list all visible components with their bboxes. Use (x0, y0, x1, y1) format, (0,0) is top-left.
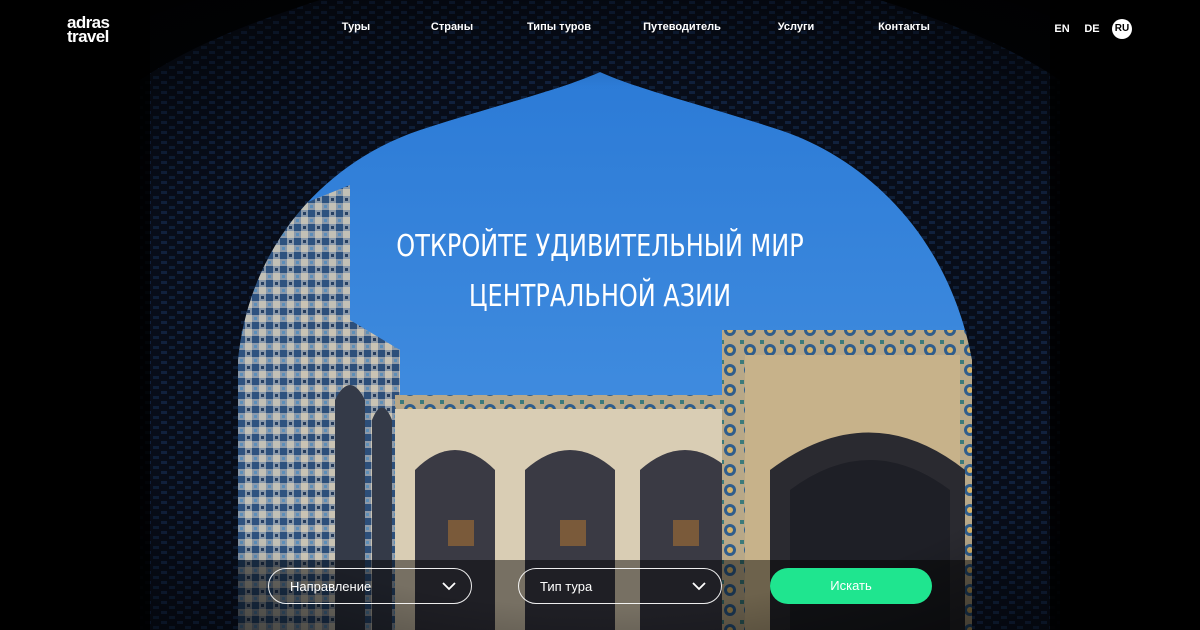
main-nav: Туры Страны Типы туров Путеводитель Услу… (0, 21, 1200, 39)
nav-item-services[interactable]: Услуги (778, 21, 815, 33)
chevron-down-icon (692, 582, 706, 591)
lang-de[interactable]: DE (1084, 19, 1099, 39)
nav-item-contacts[interactable]: Контакты (878, 21, 930, 33)
lang-ru-active[interactable]: RU (1112, 19, 1132, 39)
nav-item-tours[interactable]: Туры (342, 21, 370, 33)
lang-en[interactable]: EN (1054, 19, 1069, 39)
direction-select-label: Направление (290, 579, 372, 594)
nav-item-guide[interactable]: Путеводитель (643, 21, 721, 33)
search-button[interactable]: Искать (770, 568, 932, 604)
hero-headline: ОТКРОЙТЕ УДИВИТЕЛЬНЫЙ МИР ЦЕНТРАЛЬНОЙ АЗ… (360, 222, 840, 322)
nav-item-tour-types[interactable]: Типы туров (527, 21, 591, 33)
hero-headline-line-1: ОТКРОЙТЕ УДИВИТЕЛЬНЫЙ МИР (396, 229, 804, 264)
direction-select[interactable]: Направление (268, 568, 472, 604)
tour-type-select-label: Тип тура (540, 579, 593, 594)
nav-item-countries[interactable]: Страны (431, 21, 473, 33)
hero-headline-line-2: ЦЕНТРАЛЬНОЙ АЗИИ (468, 279, 732, 314)
site-header: adras travel Туры Страны Типы туров Путе… (0, 0, 1200, 60)
chevron-down-icon (442, 582, 456, 591)
tour-type-select[interactable]: Тип тура (518, 568, 722, 604)
